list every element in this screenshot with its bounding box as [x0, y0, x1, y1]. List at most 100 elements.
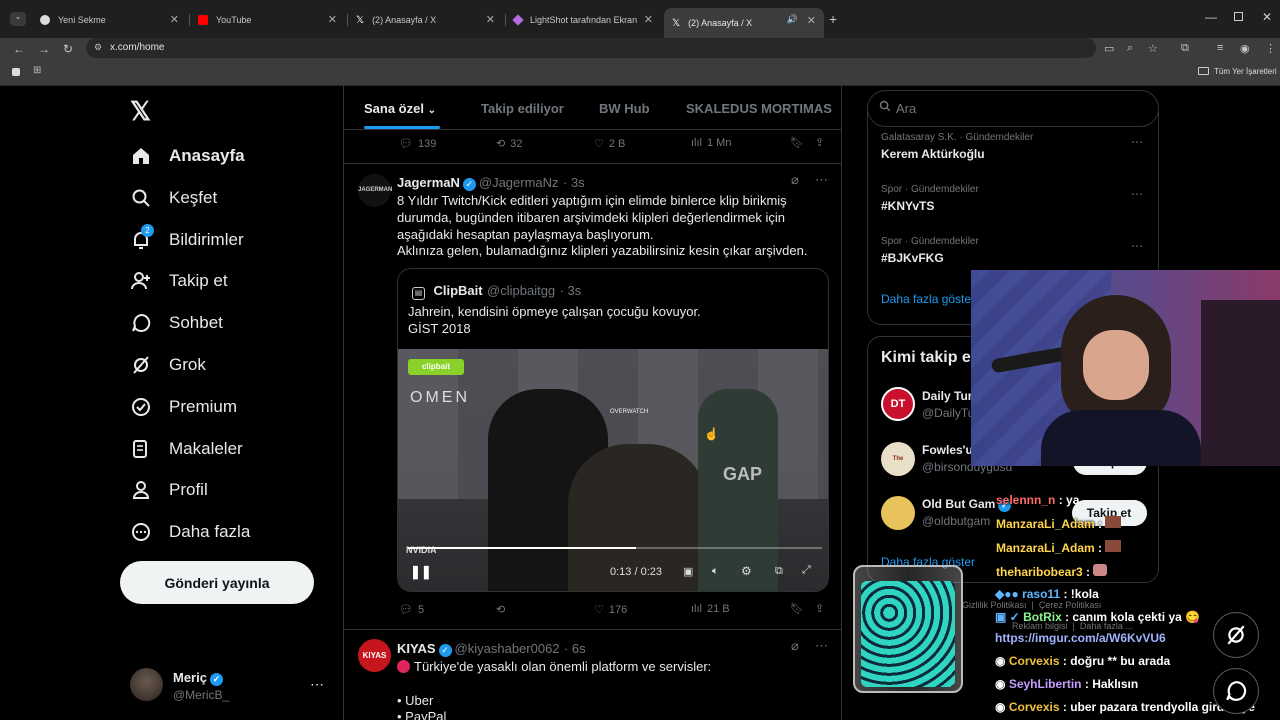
- wall-logo: GAP: [723, 464, 763, 484]
- maximize-button[interactable]: [1234, 12, 1243, 21]
- browser-tab-youtube[interactable]: YouTube ✕: [190, 8, 345, 32]
- views-action[interactable]: ılıl 1 Mn: [691, 137, 731, 149]
- menu-icon[interactable]: ⋮: [1265, 42, 1276, 55]
- like-action[interactable]: ♡ 2 B: [594, 137, 625, 151]
- trend-item[interactable]: Galatasaray S.K. · Gündemdekiler Kerem A…: [881, 132, 1151, 161]
- more-options-icon[interactable]: ⋯: [1131, 239, 1143, 253]
- pip-icon[interactable]: ⧉: [775, 565, 783, 578]
- nav-home[interactable]: Anasayfa: [130, 141, 245, 171]
- author-handle[interactable]: @JagermaNz: [479, 175, 559, 190]
- close-tab-icon[interactable]: ✕: [644, 13, 653, 26]
- avatar[interactable]: JAGERMAN: [358, 174, 392, 207]
- chevron-down-icon: ⌄: [427, 105, 436, 116]
- author-name[interactable]: JagermaN: [397, 175, 460, 190]
- media-icon[interactable]: ≡: [1217, 42, 1223, 54]
- back-icon[interactable]: ←: [13, 42, 25, 56]
- tweet-time[interactable]: · 6s: [564, 641, 586, 656]
- close-tab-icon[interactable]: ✕: [328, 13, 337, 26]
- tab-bw-hub[interactable]: BW Hub: [599, 101, 650, 116]
- account-icon[interactable]: ◉: [1240, 42, 1250, 55]
- new-tab-button[interactable]: +: [829, 11, 837, 27]
- bookmark-icon[interactable]: 🔖︎: [790, 136, 804, 149]
- bookmark-star-icon[interactable]: ☆: [1148, 42, 1158, 55]
- tab-search-icon[interactable]: ⌄: [10, 12, 26, 26]
- reload-icon[interactable]: ↻: [63, 42, 73, 56]
- gif-icon[interactable]: ▣: [683, 565, 693, 578]
- avatar[interactable]: KIYAS: [358, 639, 391, 672]
- suggestion-name[interactable]: Daily Tur: [922, 389, 972, 403]
- more-options-icon[interactable]: ⋯: [815, 638, 828, 654]
- more-options-icon[interactable]: ⋯: [815, 172, 828, 188]
- nav-premium[interactable]: Premium: [130, 392, 237, 422]
- nav-explore[interactable]: Keşfet: [130, 183, 217, 213]
- x-logo-icon[interactable]: 𝕏: [130, 96, 151, 127]
- quoted-tweet[interactable]: ▤ ClipBait @clipbaitgg · 3s Jahrein, ken…: [397, 268, 829, 592]
- tab-skaledus[interactable]: SKALEDUS MORTIMAS: [686, 101, 832, 116]
- settings-icon[interactable]: ⚙: [741, 564, 752, 578]
- tab-for-you[interactable]: Sana özel ⌄: [364, 101, 436, 116]
- bookmark-icon[interactable]: 🔖︎: [790, 602, 804, 615]
- more-options-icon[interactable]: ⋯: [310, 676, 324, 693]
- show-more-link[interactable]: Daha fazla göster: [881, 292, 975, 306]
- avatar[interactable]: DT: [881, 387, 915, 421]
- reply-action[interactable]: 💬︎ 5: [399, 603, 424, 617]
- nav-chat[interactable]: Sohbet: [130, 308, 223, 338]
- more-options-icon[interactable]: ⋯: [1131, 187, 1143, 201]
- share-icon[interactable]: ⇪: [815, 602, 824, 615]
- chat-link[interactable]: https://imgur.com/a/W6KvVU6: [995, 631, 1166, 645]
- extensions-icon[interactable]: ⧉: [1181, 42, 1189, 55]
- grok-icon[interactable]: ⌀: [791, 172, 799, 188]
- repost-action[interactable]: ⟲ 32: [496, 137, 522, 151]
- like-action[interactable]: ♡ 176: [594, 603, 627, 617]
- avatar[interactable]: The Collector: [881, 442, 915, 476]
- browser-tab-x-1[interactable]: 𝕏 (2) Anasayfa / X ✕: [348, 8, 503, 32]
- messages-float-button[interactable]: [1213, 668, 1259, 714]
- forward-icon[interactable]: →: [38, 42, 50, 56]
- close-window-button[interactable]: ✕: [1262, 10, 1272, 24]
- pause-icon[interactable]: ❚❚: [410, 564, 432, 580]
- cast-icon[interactable]: ▭: [1104, 42, 1114, 55]
- apps-icon[interactable]: ⊞: [33, 65, 41, 76]
- nav-notifications[interactable]: 2 Bildirimler: [130, 224, 244, 255]
- grok-float-button[interactable]: [1213, 612, 1259, 658]
- fullscreen-icon[interactable]: ⤢: [802, 564, 811, 577]
- close-tab-icon[interactable]: ✕: [486, 13, 495, 26]
- video-progress[interactable]: [408, 547, 822, 549]
- post-button[interactable]: Gönderi yayınla: [120, 561, 314, 604]
- nav-grok[interactable]: Grok: [130, 350, 206, 380]
- more-options-icon[interactable]: ⋯: [1131, 135, 1143, 149]
- share-icon[interactable]: ⇪: [815, 136, 824, 149]
- volume-icon[interactable]: 🔈︎: [712, 565, 719, 578]
- trend-item[interactable]: Spor · Gündemdekiler #KNYvTS ⋯: [881, 184, 1151, 213]
- address-bar[interactable]: ⚙ x.com/home: [86, 38, 1096, 58]
- avatar[interactable]: [881, 496, 915, 530]
- chat-message: theharibobear3 :: [996, 564, 1108, 579]
- author-name[interactable]: KIYAS: [397, 641, 436, 656]
- trend-item[interactable]: Spor · Gündemdekiler #BJKvFKG ⋯: [881, 236, 1151, 265]
- grok-icon[interactable]: ⌀: [791, 638, 799, 654]
- nav-follow[interactable]: Takip et: [130, 266, 228, 296]
- person-figure: [698, 389, 778, 591]
- tab-following[interactable]: Takip ediliyor: [481, 101, 564, 116]
- reply-action[interactable]: 💬︎ 139: [399, 137, 436, 151]
- views-action[interactable]: ılıl 21 B: [691, 603, 730, 615]
- speaker-icon[interactable]: 🔊: [787, 14, 798, 25]
- streamer-face: [1083, 330, 1149, 400]
- browser-tab-x-active[interactable]: 𝕏 (2) Anasayfa / X 🔊 ✕: [664, 8, 824, 38]
- site-info-icon[interactable]: ⚙: [94, 42, 102, 53]
- browser-tab-lightshot[interactable]: LightShot tarafından Ekran Gör... ✕: [506, 8, 661, 32]
- browser-tab-new[interactable]: Yeni Sekme ✕: [32, 8, 187, 32]
- author-handle[interactable]: @kiyashaber0062: [455, 641, 560, 656]
- close-tab-icon[interactable]: ✕: [170, 13, 179, 26]
- suggestion-name[interactable]: Fowles'u: [922, 443, 973, 457]
- repost-action[interactable]: ⟲: [496, 603, 510, 616]
- nav-more[interactable]: Daha fazla: [130, 517, 250, 547]
- nav-articles[interactable]: Makaleler: [130, 434, 243, 464]
- tweet-time[interactable]: · 3s: [563, 175, 585, 190]
- video-player[interactable]: clipbait OMEN OVERWATCH NVIDIA OMEN GAP …: [398, 349, 828, 591]
- nav-profile[interactable]: Profil: [130, 475, 208, 505]
- zoom-icon[interactable]: ⌕: [1127, 42, 1133, 55]
- minimize-button[interactable]: —: [1205, 10, 1217, 24]
- all-bookmarks-link[interactable]: Tüm Yer İşaretleri: [1214, 67, 1277, 76]
- close-tab-icon[interactable]: ✕: [807, 14, 816, 27]
